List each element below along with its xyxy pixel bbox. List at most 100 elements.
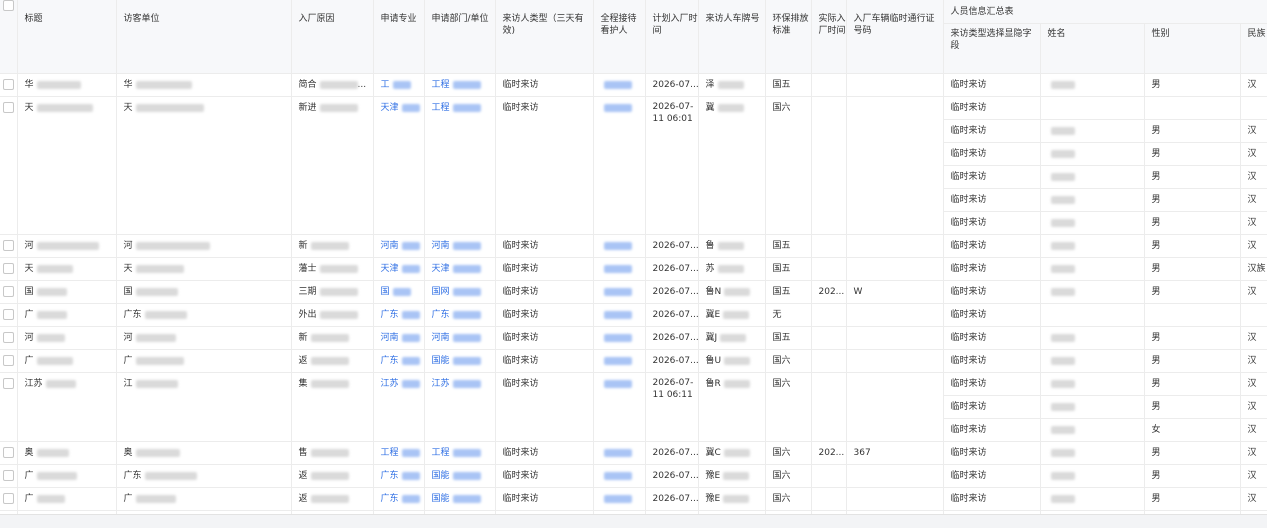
cell-gender[interactable]: 女 (1144, 418, 1241, 442)
cell-dept[interactable]: 天津 (424, 257, 496, 281)
cell-permit[interactable] (846, 257, 944, 281)
col-dept[interactable]: 申请部门/单位 (424, 0, 496, 74)
cell-escort[interactable] (593, 372, 646, 442)
table-row[interactable]: 广广返广东 国能 临时来访 2026-07... 豫E 国六 临时来访男汉 (0, 487, 1267, 511)
cell-plate[interactable]: 苏 (698, 257, 766, 281)
cell-actual-time[interactable] (811, 73, 847, 97)
cell-plan-time[interactable]: 2026-07-11 06:01 (645, 96, 699, 235)
cell-plan-time[interactable]: 2026-07... (645, 349, 699, 373)
cell-emission[interactable]: 国五 (765, 326, 812, 350)
cell-dept[interactable]: 河南 (424, 326, 496, 350)
cell-gender[interactable]: 男 (1144, 142, 1241, 166)
cell-sub-type[interactable]: 临时来访 (943, 96, 1041, 120)
cell-title[interactable]: 江苏 (17, 372, 117, 442)
cell-ethnicity[interactable]: 汉 (1240, 464, 1267, 488)
checkbox-icon[interactable] (2, 309, 14, 320)
cell-escort[interactable] (593, 326, 646, 350)
row-checkbox[interactable] (0, 303, 18, 327)
table-row[interactable]: 河河新河南 河南 临时来访 2026-07... 冀J 国五 临时来访男汉 (0, 326, 1267, 350)
cell-sub-type[interactable]: 临时来访 (943, 326, 1041, 350)
checkbox-icon[interactable] (2, 470, 14, 481)
cell-name[interactable] (1040, 441, 1145, 465)
cell-ethnicity[interactable]: 汉 (1240, 326, 1267, 350)
cell-name[interactable] (1040, 96, 1145, 120)
cell-emission[interactable]: 国六 (765, 372, 812, 442)
cell-permit[interactable]: 367 (846, 441, 944, 465)
table-row[interactable]: 国国三期国国网 临时来访 2026-07... 鲁N 国五 202... W 临时来访男汉 (0, 280, 1267, 304)
col-name[interactable]: 姓名 (1040, 23, 1145, 74)
cell-reason[interactable]: 三期 (291, 280, 374, 304)
cell-ethnicity[interactable]: 汉 (1240, 73, 1267, 97)
cell-ethnicity[interactable]: 汉 (1240, 418, 1267, 442)
cell-plan-time[interactable]: 2026-07... (645, 326, 699, 350)
cell-visitor-unit[interactable]: 江 (116, 372, 292, 442)
cell-ethnicity[interactable] (1240, 303, 1267, 327)
cell-emission[interactable]: 国五 (765, 234, 812, 258)
cell-gender[interactable]: 男 (1144, 372, 1241, 396)
cell-title[interactable]: 国 (17, 280, 117, 304)
cell-visitor-unit[interactable]: 天 (116, 257, 292, 281)
cell-title[interactable]: 广 (17, 487, 117, 511)
cell-permit[interactable] (846, 234, 944, 258)
cell-visitor-unit[interactable]: 国 (116, 280, 292, 304)
cell-visitor-type[interactable]: 临时来访 (495, 441, 594, 465)
cell-gender[interactable]: 男 (1144, 464, 1241, 488)
horizontal-scrollbar[interactable] (0, 514, 1267, 528)
cell-plate[interactable]: 鲁 (698, 234, 766, 258)
cell-reason[interactable]: 新进 (291, 96, 374, 235)
cell-name[interactable] (1040, 234, 1145, 258)
cell-emission[interactable]: 国六 (765, 487, 812, 511)
cell-plate[interactable]: 鲁N (698, 280, 766, 304)
cell-gender[interactable] (1144, 96, 1241, 120)
cell-ethnicity[interactable]: 汉 (1240, 119, 1267, 143)
cell-escort[interactable] (593, 234, 646, 258)
cell-permit[interactable] (846, 96, 944, 235)
cell-plan-time[interactable]: 2026-07... (645, 303, 699, 327)
cell-ethnicity[interactable]: 汉 (1240, 142, 1267, 166)
cell-name[interactable] (1040, 280, 1145, 304)
cell-actual-time[interactable] (811, 372, 847, 442)
cell-visitor-type[interactable]: 临时来访 (495, 234, 594, 258)
cell-actual-time[interactable] (811, 303, 847, 327)
cell-name[interactable] (1040, 464, 1145, 488)
cell-title[interactable]: 天 (17, 257, 117, 281)
col-plan-time[interactable]: 计划入厂时间 (645, 0, 699, 74)
cell-specialty[interactable]: 河南 (373, 326, 425, 350)
cell-visitor-unit[interactable]: 广东 (116, 464, 292, 488)
cell-visitor-unit[interactable]: 河 (116, 326, 292, 350)
cell-reason[interactable]: 售 (291, 441, 374, 465)
cell-ethnicity[interactable] (1240, 96, 1267, 120)
cell-specialty[interactable]: 天津 (373, 96, 425, 235)
table-row[interactable]: 河河新河南 河南 临时来访 2026-07... 鲁国五 临时来访男汉 (0, 234, 1267, 258)
cell-plate[interactable]: 冀E (698, 303, 766, 327)
cell-visitor-unit[interactable]: 天 (116, 96, 292, 235)
cell-reason[interactable]: 返 (291, 464, 374, 488)
row-checkbox[interactable] (0, 96, 18, 235)
cell-reason[interactable]: 返 (291, 487, 374, 511)
checkbox-icon[interactable] (2, 102, 14, 113)
cell-permit[interactable] (846, 73, 944, 97)
cell-ethnicity[interactable]: 汉族 (1240, 257, 1267, 281)
cell-specialty[interactable]: 广东 (373, 487, 425, 511)
cell-title[interactable]: 奥 (17, 441, 117, 465)
cell-visitor-type[interactable]: 临时来访 (495, 372, 594, 442)
cell-sub-type[interactable]: 临时来访 (943, 257, 1041, 281)
cell-visitor-type[interactable]: 临时来访 (495, 96, 594, 235)
cell-gender[interactable]: 男 (1144, 280, 1241, 304)
cell-gender[interactable]: 男 (1144, 119, 1241, 143)
row-checkbox[interactable] (0, 464, 18, 488)
cell-plan-time[interactable]: 2026-07... (645, 487, 699, 511)
cell-name[interactable] (1040, 349, 1145, 373)
cell-dept[interactable]: 工程 (424, 73, 496, 97)
cell-emission[interactable]: 国五 (765, 257, 812, 281)
cell-visitor-type[interactable]: 临时来访 (495, 303, 594, 327)
cell-title[interactable]: 广 (17, 349, 117, 373)
cell-plan-time[interactable]: 2026-07... (645, 257, 699, 281)
cell-visitor-type[interactable]: 临时来访 (495, 280, 594, 304)
cell-sub-type[interactable]: 临时来访 (943, 349, 1041, 373)
cell-plate[interactable]: 泽 (698, 73, 766, 97)
cell-sub-type[interactable]: 临时来访 (943, 441, 1041, 465)
cell-visitor-type[interactable]: 临时来访 (495, 257, 594, 281)
cell-name[interactable] (1040, 165, 1145, 189)
checkbox-icon[interactable] (2, 79, 14, 90)
